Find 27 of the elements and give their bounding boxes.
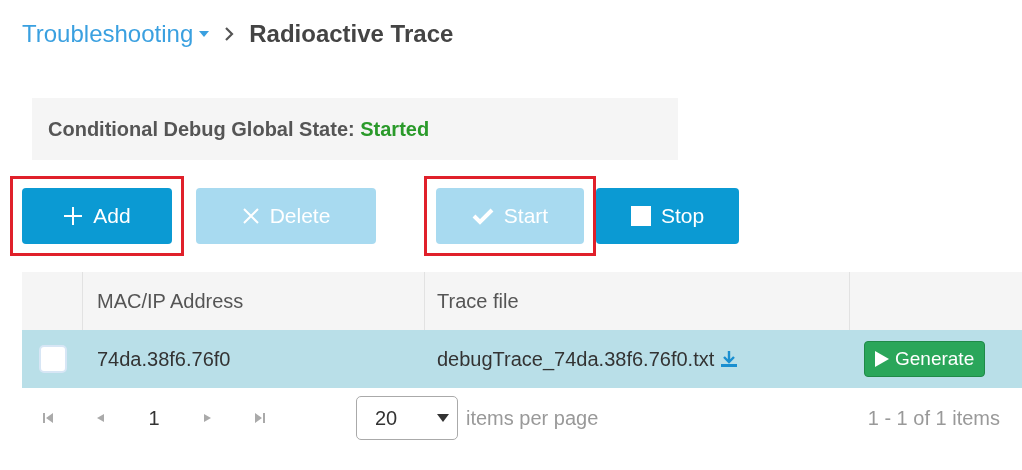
stop-icon (630, 206, 651, 226)
items-summary: 1 - 1 of 1 items (867, 406, 1000, 431)
column-header: MAC/IP Address (97, 289, 244, 314)
table-row[interactable]: 74da.38f6.76f0 debugTrace_74da.38f6.76f0.txt Generate (22, 330, 1022, 388)
play-icon (875, 351, 889, 367)
caret-icon (199, 31, 210, 37)
stop-button[interactable]: Stop (596, 188, 739, 244)
plus-icon (63, 206, 84, 226)
column-header: Trace file (437, 289, 519, 314)
page-size-label: items per page (466, 406, 599, 431)
chevron-icon (223, 25, 236, 43)
table-cell-text: 74da.38f6.76f0 (97, 347, 231, 372)
first-page-icon[interactable] (42, 412, 54, 424)
page-title: Radioactive Trace (249, 19, 454, 49)
close-icon (241, 207, 260, 225)
last-page-icon[interactable] (254, 412, 266, 424)
breadcrumb-link[interactable]: Troubleshooting (22, 16, 210, 52)
check-icon (471, 207, 494, 225)
global-state-text: Conditional Debug Global State: Started (48, 117, 430, 142)
table-cell-text: debugTrace_74da.38f6.76f0.txt (437, 347, 715, 373)
page-number[interactable]: 1 (126, 403, 182, 433)
generate-button[interactable]: Generate (864, 340, 986, 378)
page-size-select[interactable]: 20 (356, 396, 458, 440)
checkbox[interactable] (38, 345, 67, 373)
add-button[interactable]: Add (22, 188, 172, 244)
download-icon[interactable] (720, 350, 739, 368)
caret-icon (437, 414, 449, 422)
